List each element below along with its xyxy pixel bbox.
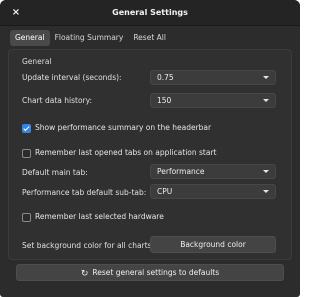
remember-tabs-checkbox[interactable] (22, 149, 31, 158)
bg-color-label: Set background color for all charts: (22, 241, 155, 250)
reset-icon: ↻ (80, 269, 89, 279)
default-main-tab-label: Default main tab: (22, 168, 88, 177)
remember-hardware-checkbox[interactable] (22, 213, 31, 222)
update-interval-dropdown[interactable]: 0.75 (150, 70, 276, 85)
default-main-tab-value: Performance (157, 167, 205, 176)
show-summary-checkbox[interactable] (22, 124, 31, 133)
chevron-down-icon (263, 76, 269, 79)
chart-history-label: Chart data history: (22, 96, 93, 105)
tab-reset-all[interactable]: Reset All (128, 30, 171, 46)
tab-general[interactable]: General (10, 30, 50, 46)
chevron-down-icon (263, 190, 269, 193)
section-title: General (22, 57, 52, 66)
default-sub-tab-dropdown[interactable]: CPU (150, 184, 276, 199)
tab-bar: General Floating Summary Reset All (10, 30, 171, 46)
chart-history-dropdown[interactable]: 150 (150, 93, 276, 108)
chart-history-value: 150 (157, 96, 172, 105)
remember-tabs-label: Remember last opened tabs on application… (35, 148, 217, 157)
chevron-down-icon (263, 170, 269, 173)
show-summary-label: Show performance summary on the headerba… (35, 123, 212, 132)
default-main-tab-dropdown[interactable]: Performance (150, 164, 276, 179)
update-interval-label: Update interval (seconds): (22, 73, 122, 82)
chevron-down-icon (263, 99, 269, 102)
remember-hardware-label: Remember last selected hardware (35, 212, 164, 221)
update-interval-value: 0.75 (157, 73, 174, 82)
default-sub-tab-value: CPU (157, 187, 173, 196)
tab-floating-summary[interactable]: Floating Summary (50, 30, 129, 46)
titlebar: General Settings × (0, 0, 300, 26)
settings-window: General Settings × General Floating Summ… (0, 0, 300, 297)
reset-general-button[interactable]: ↻ Reset general settings to defaults (16, 264, 284, 281)
close-icon[interactable]: × (10, 7, 22, 19)
background-color-button[interactable]: Background color (150, 236, 276, 253)
reset-general-label: Reset general settings to defaults (92, 268, 220, 277)
default-sub-tab-label: Performance tab default sub-tab: (22, 188, 147, 197)
window-title: General Settings (112, 8, 188, 17)
